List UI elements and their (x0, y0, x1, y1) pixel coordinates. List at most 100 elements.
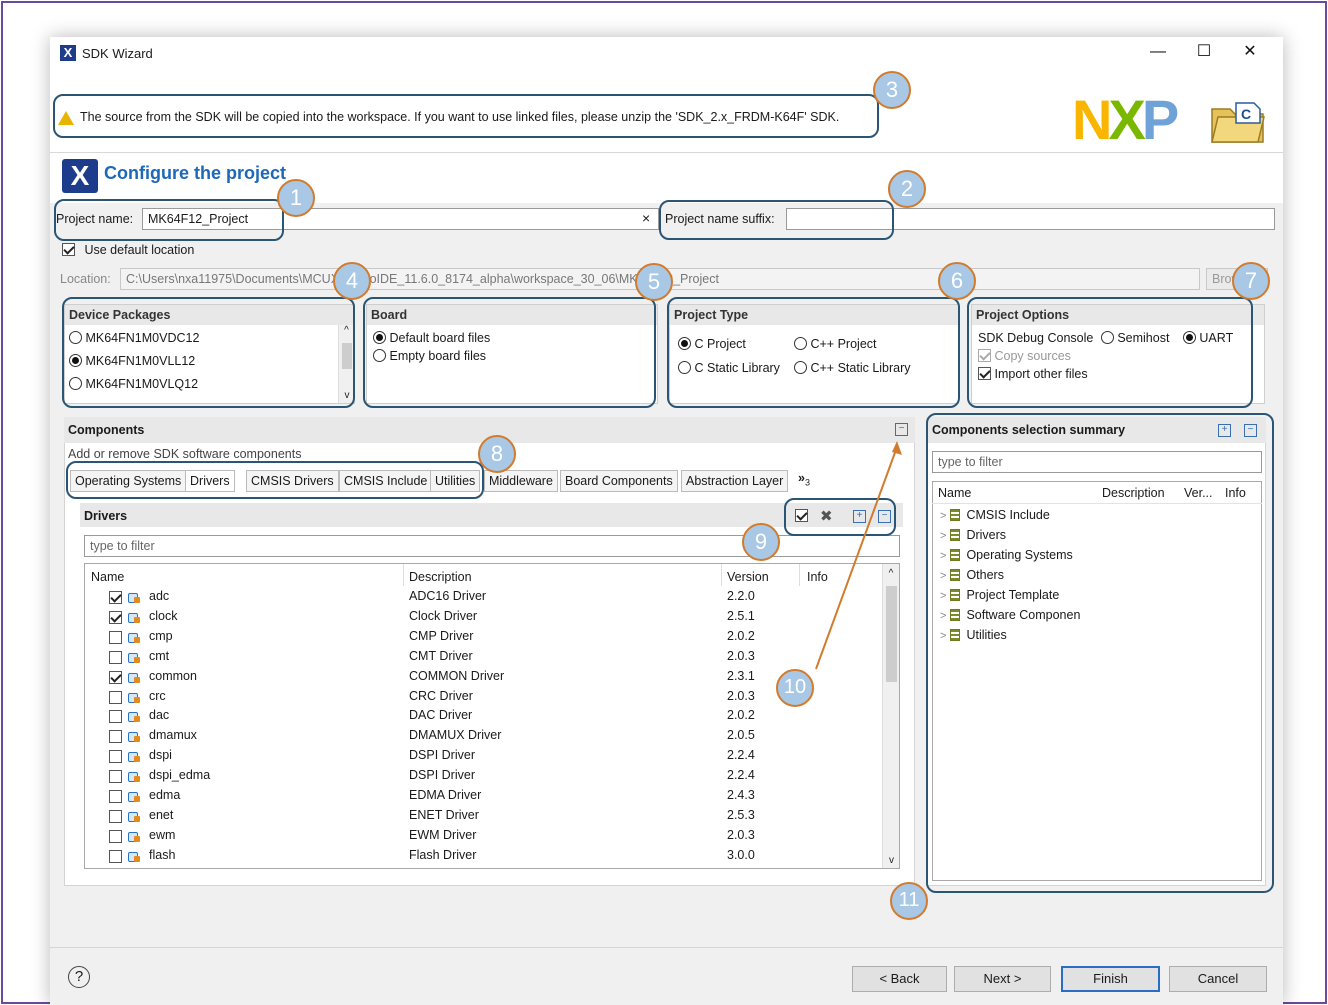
location-label: Location: (60, 272, 111, 286)
component-chip-icon (127, 751, 141, 763)
sdk-wizard-window: X SDK Wizard — ☐ ✕ The source from the S… (50, 37, 1283, 1005)
component-chip-icon (127, 612, 141, 624)
component-checkbox[interactable] (109, 829, 122, 843)
component-checkbox[interactable] (109, 730, 122, 744)
component-name: edma (149, 788, 181, 802)
svg-text:C: C (1241, 106, 1251, 122)
col-info[interactable]: Info (807, 570, 828, 584)
tab-board-components[interactable]: Board Components (560, 470, 678, 492)
use-default-location-checkbox[interactable] (62, 243, 75, 256)
component-name: enet (149, 807, 174, 822)
component-name: dmamux (149, 728, 197, 743)
component-version: 2.0.5 (727, 728, 755, 743)
col-name[interactable]: Name (91, 570, 124, 584)
component-description: DMAMUX Driver (409, 728, 502, 743)
callout-badge-10: 10 (776, 669, 814, 707)
col-version[interactable]: Version (727, 570, 769, 584)
component-description: Flash Driver (409, 847, 477, 862)
components-subtitle: Add or remove SDK software components (68, 447, 302, 461)
tab-abstraction-layer[interactable]: Abstraction Layer (681, 470, 789, 492)
drivers-title: Drivers (84, 509, 128, 523)
drivers-header (80, 503, 903, 527)
configure-x-icon: X (62, 159, 98, 193)
component-description: ENET Driver (409, 807, 479, 822)
component-checkbox[interactable] (109, 790, 122, 803)
component-version: 2.3.1 (727, 668, 755, 683)
callout-box-6 (667, 297, 960, 408)
callout-box-1 (54, 199, 284, 241)
callout-badge-6: 6 (938, 262, 976, 300)
component-description: DSPI Driver (409, 768, 475, 783)
callout-box-5 (363, 297, 656, 408)
use-default-location-label: Use default location (84, 243, 195, 257)
component-version: 2.5.1 (727, 608, 755, 623)
nxp-logo: NXP (1072, 88, 1179, 151)
component-name: cmt (149, 648, 170, 663)
next-button[interactable]: Next > (954, 966, 1051, 992)
component-checkbox[interactable] (109, 710, 122, 724)
component-version: 2.0.2 (727, 708, 755, 723)
maximize-button[interactable]: ☐ (1181, 39, 1227, 65)
tab-middleware[interactable]: Middleware (484, 470, 558, 492)
component-chip-icon (127, 592, 141, 604)
component-version: 2.4.3 (727, 788, 755, 802)
use-default-location-row[interactable]: Use default location (62, 243, 194, 257)
component-description: COMMON Driver (409, 668, 505, 683)
component-checkbox[interactable] (109, 690, 122, 704)
component-name: dac (149, 708, 170, 723)
component-checkbox[interactable] (109, 809, 122, 823)
component-chip-icon (127, 692, 141, 704)
component-chip-icon (127, 831, 141, 843)
collapse-all-icon[interactable]: − (895, 423, 908, 436)
component-checkbox[interactable] (109, 670, 122, 684)
component-version: 2.0.3 (727, 648, 755, 663)
callout-box-8 (66, 461, 484, 499)
component-name: flash (149, 847, 176, 862)
component-description: DSPI Driver (409, 748, 475, 763)
callout-badge-11: 11 (890, 882, 928, 920)
component-checkbox[interactable] (109, 849, 122, 863)
configure-header: X Configure the project (50, 153, 1283, 203)
close-button[interactable]: ✕ (1227, 39, 1273, 65)
minimize-button[interactable]: — (1135, 39, 1181, 65)
callout-badge-2: 2 (888, 170, 926, 208)
component-name: cmp (149, 628, 173, 643)
col-description[interactable]: Description (409, 570, 472, 584)
component-description: EWM Driver (409, 827, 477, 842)
scroll-up-icon[interactable]: ^ (883, 568, 899, 579)
clear-icon[interactable]: × (642, 210, 650, 226)
callout-badge-9: 9 (742, 523, 780, 561)
component-version: 3.0.0 (727, 847, 755, 862)
callout-badge-8: 8 (478, 435, 516, 473)
component-checkbox[interactable] (109, 650, 122, 664)
callout-box-2 (659, 200, 894, 240)
callout-box-9 (784, 498, 896, 536)
component-chip-icon (127, 791, 141, 803)
component-checkbox[interactable] (109, 630, 122, 644)
finish-button[interactable]: Finish (1061, 966, 1160, 992)
component-checkbox[interactable] (109, 750, 122, 764)
component-checkbox[interactable] (109, 591, 122, 604)
component-chip-icon (127, 632, 141, 644)
app-x-icon: X (60, 45, 76, 61)
components-title: Components (68, 423, 145, 437)
callout-box-7 (967, 297, 1253, 408)
component-description: CMP Driver (409, 628, 474, 643)
scroll-thumb[interactable] (886, 586, 897, 682)
component-chip-icon (127, 672, 141, 684)
callout-box-3 (53, 94, 879, 138)
component-version: 2.0.2 (727, 628, 755, 643)
window-title: SDK Wizard (82, 46, 153, 61)
component-name: common (149, 668, 197, 683)
help-icon[interactable]: ? (68, 966, 90, 988)
scroll-down-icon[interactable]: v (883, 855, 899, 866)
cancel-button[interactable]: Cancel (1169, 966, 1267, 992)
component-description: ADC16 Driver (409, 589, 487, 603)
component-version: 2.2.0 (727, 589, 755, 603)
more-tabs-button[interactable]: »3 (798, 471, 810, 488)
component-checkbox[interactable] (109, 610, 122, 624)
component-name: dspi (149, 748, 172, 763)
back-button[interactable]: < Back (852, 966, 947, 992)
drivers-scrollbar[interactable]: ^ v (882, 564, 899, 868)
component-checkbox[interactable] (109, 770, 122, 784)
